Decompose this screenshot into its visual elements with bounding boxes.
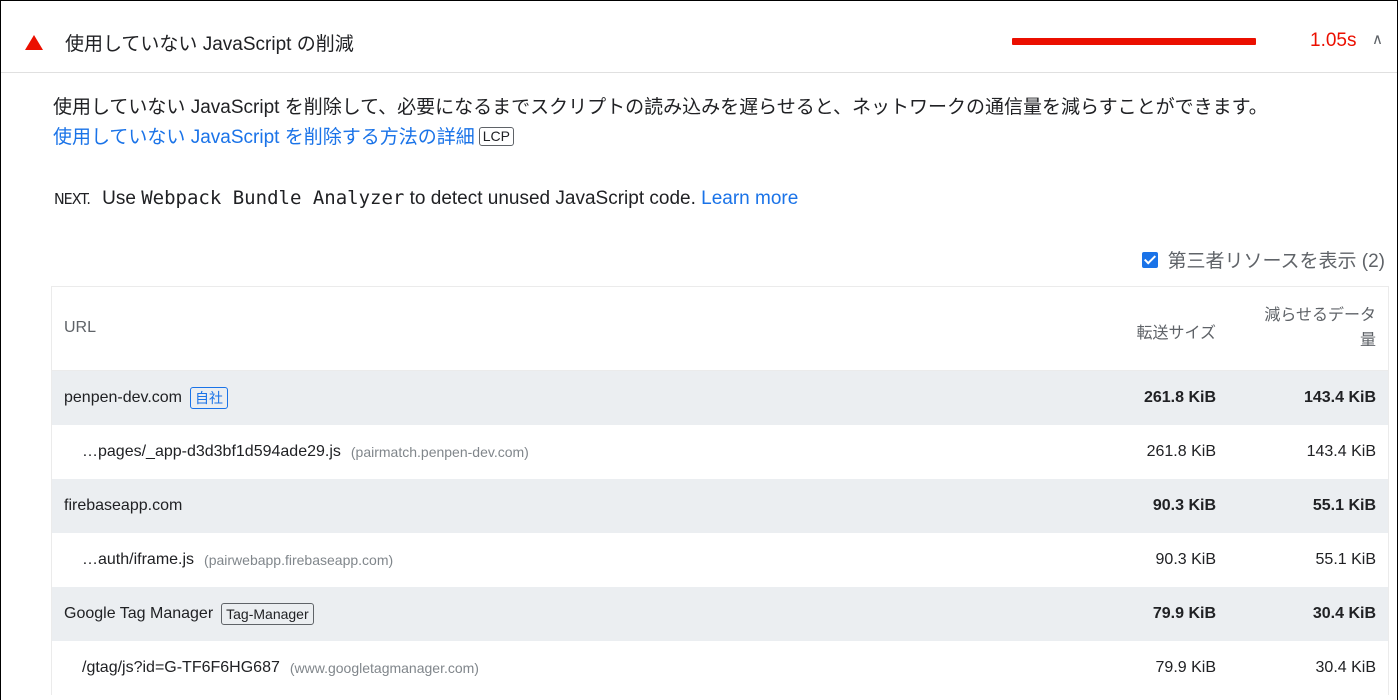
- description-text: 使用していない JavaScript を削除して、必要になるまでスクリプトの読み…: [53, 97, 1268, 118]
- tip-suffix: to detect unused JavaScript code.: [409, 188, 696, 209]
- resource-table: URL 転送サイズ 減らせるデータ 量 penpen-dev.com 自社 26…: [51, 286, 1389, 695]
- audit-panel: 使用していない JavaScript の削減 1.05s ∧ 使用していない J…: [0, 0, 1398, 700]
- audit-title: 使用していない JavaScript の削減: [65, 34, 354, 55]
- tip-code: Webpack Bundle Analyzer: [141, 187, 405, 209]
- stack-pack-tip: NEXT. Use Webpack Bundle Analyzer to det…: [53, 187, 798, 210]
- resource-url[interactable]: /gtag/js?id=G-TF6F6HG687: [82, 659, 280, 677]
- transfer-size-cell: 261.8 KiB: [1143, 389, 1216, 406]
- table-row: /gtag/js?id=G-TF6F6HG687 (www.googletagm…: [52, 641, 1388, 695]
- third-party-label: 第三者リソースを表示 (2): [1167, 251, 1385, 272]
- column-header-potential-savings: 減らせるデータ 量: [1246, 303, 1376, 353]
- savings-cell: 30.4 KiB: [1312, 605, 1376, 622]
- description-link-line: 使用していない JavaScript を削除する方法の詳細 LCP: [53, 123, 1268, 153]
- lcp-badge: LCP: [478, 127, 514, 146]
- table-row-group: firebaseapp.com 90.3 KiB 55.1 KiB: [52, 479, 1388, 533]
- third-party-checkbox[interactable]: [1142, 251, 1159, 268]
- table-row: …auth/iframe.js (pairwebapp.firebaseapp.…: [52, 533, 1388, 587]
- transfer-size-cell: 90.3 KiB: [1155, 551, 1216, 568]
- audit-description: 使用していない JavaScript を削除して、必要になるまでスクリプトの読み…: [53, 93, 1268, 153]
- savings-cell: 55.1 KiB: [1315, 551, 1376, 568]
- resource-url[interactable]: …auth/iframe.js: [82, 551, 194, 569]
- column-header-url: URL: [64, 319, 97, 336]
- transfer-size-cell: 261.8 KiB: [1146, 443, 1216, 460]
- nextjs-logo-icon: NEXT.: [53, 190, 91, 208]
- savings-value: 1.05s: [1310, 30, 1357, 51]
- savings-cell: 143.4 KiB: [1303, 389, 1376, 406]
- savings-cell: 30.4 KiB: [1315, 659, 1376, 676]
- url-cell: …pages/_app-d3d3bf1d594ade29.js (pairmat…: [82, 425, 529, 479]
- potential-savings-line2: 量: [1359, 332, 1376, 349]
- entity-cell: Google Tag Manager Tag-Manager: [64, 587, 314, 641]
- savings-bar: [1012, 38, 1256, 45]
- collapse-chevron-icon[interactable]: ∧: [1372, 30, 1383, 48]
- resource-origin: (pairmatch.penpen-dev.com): [350, 444, 529, 460]
- resource-url[interactable]: …pages/_app-d3d3bf1d594ade29.js: [82, 443, 341, 461]
- savings-cell: 143.4 KiB: [1306, 443, 1376, 460]
- third-party-filter[interactable]: 第三者リソースを表示 (2): [1142, 246, 1385, 273]
- table-row-group: Google Tag Manager Tag-Manager 79.9 KiB …: [52, 587, 1388, 641]
- transfer-size-cell: 90.3 KiB: [1152, 497, 1216, 514]
- entity-name: firebaseapp.com: [64, 497, 183, 514]
- transfer-size-cell: 79.9 KiB: [1152, 605, 1216, 622]
- savings-cell: 55.1 KiB: [1312, 497, 1376, 514]
- url-cell: /gtag/js?id=G-TF6F6HG687 (www.googletagm…: [82, 641, 479, 695]
- transfer-size-cell: 79.9 KiB: [1155, 659, 1216, 676]
- learn-more-link[interactable]: 使用していない JavaScript を削除する方法の詳細: [53, 127, 475, 148]
- tip-learn-more-link[interactable]: Learn more: [701, 188, 798, 209]
- entity-cell: penpen-dev.com 自社: [64, 371, 228, 425]
- fail-triangle-icon: [25, 35, 43, 50]
- url-cell: …auth/iframe.js (pairwebapp.firebaseapp.…: [82, 533, 393, 587]
- first-party-badge: 自社: [190, 387, 228, 409]
- resource-origin: (www.googletagmanager.com): [289, 660, 479, 676]
- table-row-group: penpen-dev.com 自社 261.8 KiB 143.4 KiB: [52, 371, 1388, 425]
- entity-name: Google Tag Manager: [64, 605, 214, 622]
- audit-header[interactable]: 使用していない JavaScript の削減 1.05s ∧: [1, 1, 1397, 73]
- potential-savings-line1: 減らせるデータ: [1264, 307, 1376, 324]
- category-badge: Tag-Manager: [221, 603, 314, 625]
- tip-prefix: Use: [102, 188, 136, 209]
- resource-origin: (pairwebapp.firebaseapp.com): [204, 552, 394, 568]
- table-header: URL 転送サイズ 減らせるデータ 量: [52, 287, 1388, 371]
- entity-name: penpen-dev.com: [64, 389, 182, 406]
- table-row: …pages/_app-d3d3bf1d594ade29.js (pairmat…: [52, 425, 1388, 479]
- column-header-transfer-size: 転送サイズ: [1136, 325, 1216, 342]
- entity-cell: firebaseapp.com: [64, 479, 182, 533]
